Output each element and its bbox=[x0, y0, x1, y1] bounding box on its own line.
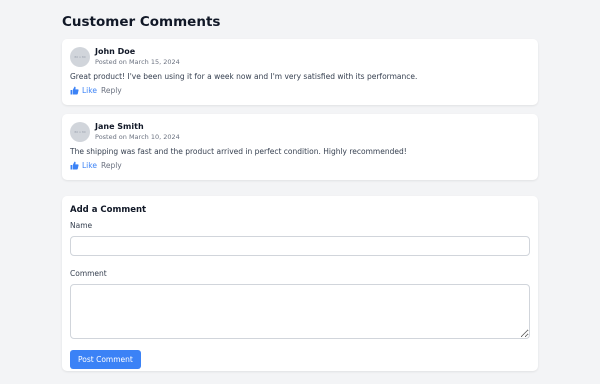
thumbs-up-icon bbox=[70, 161, 79, 170]
comment-card: 80 x 80 John Doe Posted on March 15, 202… bbox=[62, 39, 538, 105]
avatar: 80 x 80 bbox=[70, 47, 90, 67]
add-comment-form: Add a Comment Name Comment Post Comment bbox=[62, 196, 538, 371]
name-input[interactable] bbox=[70, 236, 530, 256]
comment-text: Great product! I've been using it for a … bbox=[70, 72, 418, 81]
form-title: Add a Comment bbox=[70, 205, 147, 215]
reply-button[interactable]: Reply bbox=[101, 161, 122, 170]
post-comment-button[interactable]: Post Comment bbox=[70, 350, 141, 369]
avatar: 80 x 80 bbox=[70, 122, 90, 142]
comment-card: 80 x 80 Jane Smith Posted on March 10, 2… bbox=[62, 114, 538, 180]
page-title: Customer Comments bbox=[62, 14, 221, 30]
name-label: Name bbox=[70, 221, 93, 230]
comment-date: Posted on March 10, 2024 bbox=[95, 133, 180, 141]
reply-button[interactable]: Reply bbox=[101, 86, 122, 95]
comment-author: Jane Smith bbox=[95, 122, 144, 131]
comment-label: Comment bbox=[70, 269, 107, 278]
like-button[interactable]: Like bbox=[70, 161, 97, 170]
thumbs-up-icon bbox=[70, 86, 79, 95]
comment-text: The shipping was fast and the product ar… bbox=[70, 147, 407, 156]
like-label: Like bbox=[82, 161, 97, 170]
like-button[interactable]: Like bbox=[70, 86, 97, 95]
comment-date: Posted on March 15, 2024 bbox=[95, 58, 180, 66]
comment-author: John Doe bbox=[95, 47, 136, 56]
comment-textarea[interactable] bbox=[70, 284, 530, 339]
like-label: Like bbox=[82, 86, 97, 95]
